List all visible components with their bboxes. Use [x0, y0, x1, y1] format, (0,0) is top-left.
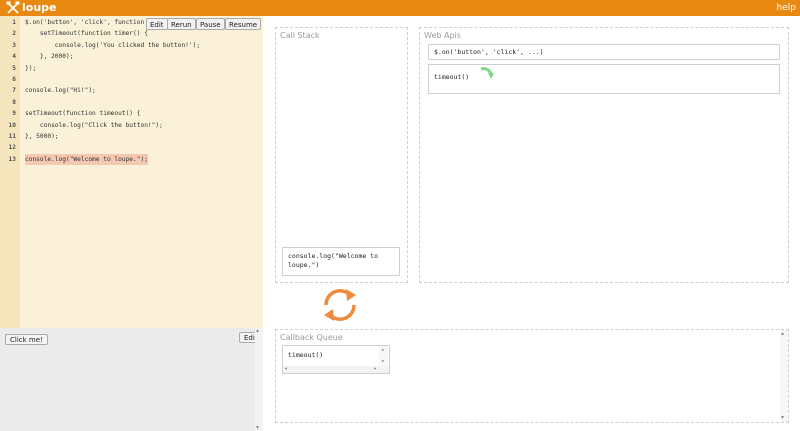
help-link[interactable]: help	[777, 0, 796, 16]
line-number: 12	[8, 144, 16, 152]
code-text: }, 2000);	[25, 53, 74, 61]
web-api-item: $.on('button', 'click', ...)	[428, 44, 780, 60]
code-line[interactable]: 7 console.log("Hi!");	[0, 85, 263, 96]
rerun-button[interactable]: Rerun	[167, 18, 196, 30]
callback-queue-title: Callback Queue	[280, 333, 343, 342]
line-number: 13	[8, 155, 16, 163]
line-number: 2	[12, 30, 16, 38]
scroll-down-icon[interactable]: ▾	[256, 425, 259, 431]
code-line[interactable]: 12	[0, 142, 263, 153]
code-text: console.log("Welcome to loupe.");	[25, 153, 148, 165]
code-text: });	[25, 64, 37, 72]
line-number: 9	[12, 110, 16, 118]
resume-button[interactable]: Resume	[225, 18, 262, 30]
call-stack-panel: Call Stack console.log("Welcome to loupe…	[275, 27, 408, 283]
line-number: 7	[12, 87, 16, 95]
tools-icon	[6, 1, 20, 14]
edit-button[interactable]: Edit	[146, 18, 168, 30]
code-line[interactable]: 3 console.log('You clicked the button!')…	[0, 40, 263, 51]
code-text: setTimeout(function timeout() {	[25, 110, 141, 118]
preview-scrollbar[interactable]: ▴ ▾	[255, 328, 263, 431]
scroll-down-icon[interactable]: ▾	[781, 415, 784, 421]
scroll-down-icon[interactable]: ▾	[381, 359, 385, 365]
code-text: }, 5000);	[25, 133, 59, 140]
callback-queue-scrollbar[interactable]: ▴ ▾	[780, 330, 788, 422]
scroll-up-icon[interactable]: ▴	[781, 331, 784, 337]
line-number: 3	[12, 41, 16, 49]
click-me-button[interactable]: Click me!	[5, 334, 48, 345]
line-number: 1	[12, 19, 16, 26]
callback-queue-item-label: timeout()	[288, 351, 324, 359]
callback-queue-item: timeout() ▴ ▾ ◂ ▸	[282, 345, 390, 374]
code-line[interactable]: 6	[0, 74, 263, 85]
call-stack-title: Call Stack	[280, 31, 320, 40]
event-loop-icon	[324, 289, 356, 321]
call-stack-frame: console.log("Welcome to loupe.")	[282, 247, 400, 276]
line-number: 5	[12, 64, 16, 72]
code-line[interactable]: 9 setTimeout(function timeout() {	[0, 108, 263, 119]
scroll-right-icon[interactable]: ▸	[373, 366, 377, 372]
line-number: 8	[12, 98, 16, 106]
pause-button[interactable]: Pause	[196, 18, 225, 30]
code-line[interactable]: 11 }, 5000);	[0, 131, 263, 142]
web-apis-panel: Web Apis $.on('button', 'click', ...) ti…	[419, 27, 789, 283]
code-text: console.log('You clicked the button!');	[25, 41, 201, 49]
code-text: console.log("Hi!");	[25, 87, 96, 95]
scroll-up-icon[interactable]: ▴	[381, 347, 385, 353]
html-preview: Click me! Edit ▴ ▾	[0, 328, 263, 431]
line-number: 6	[12, 76, 16, 83]
callback-queue-panel: Callback Queue timeout() ▴ ▾ ◂ ▸ ▴ ▾	[275, 329, 789, 423]
code-line[interactable]: 13 console.log("Welcome to loupe.");	[0, 153, 263, 165]
line-number: 4	[12, 53, 16, 61]
web-apis-title: Web Apis	[424, 31, 461, 40]
code-line[interactable]: 4 }, 2000);	[0, 51, 263, 62]
code-text: setTimeout(function timer() {	[25, 30, 148, 38]
code-line[interactable]: 8	[0, 97, 263, 108]
app-title: loupe	[22, 1, 57, 14]
code-line[interactable]: 10 console.log("Click the button!");	[0, 120, 263, 131]
line-number: 10	[8, 121, 16, 129]
scroll-left-icon[interactable]: ◂	[284, 366, 288, 372]
queue-item-hscrollbar[interactable]: ◂ ▸	[283, 366, 389, 373]
line-number: 11	[8, 133, 16, 140]
code-editor[interactable]: 1 $.on('button', 'click', function onClic…	[0, 16, 263, 328]
app-header: loupe help	[0, 0, 800, 16]
code-text: console.log("Click the button!");	[25, 121, 163, 129]
timer-progress-icon	[480, 67, 494, 79]
code-line[interactable]: 5});	[0, 63, 263, 74]
code-line[interactable]: 2 setTimeout(function timer() {	[0, 28, 263, 39]
scroll-up-icon[interactable]: ▴	[256, 328, 259, 334]
